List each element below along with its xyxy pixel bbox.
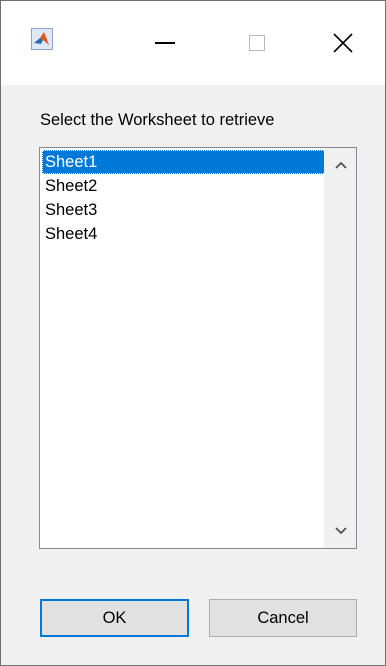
list-item[interactable]: Sheet1 [42,150,326,174]
chevron-down-icon [335,527,347,535]
cancel-button[interactable]: Cancel [209,599,357,637]
ok-button[interactable]: OK [40,599,189,637]
scroll-down-button[interactable] [325,514,357,548]
vertical-scrollbar[interactable] [324,148,356,548]
worksheet-listbox[interactable]: Sheet1 Sheet2 Sheet3 Sheet4 [39,147,357,549]
maximize-icon [249,35,265,51]
chevron-up-icon [335,161,347,169]
list-item[interactable]: Sheet3 [42,198,326,222]
dialog-window: Select the Worksheet to retrieve Sheet1 S… [0,0,386,666]
title-bar[interactable] [1,1,385,85]
matlab-icon[interactable] [31,28,53,50]
minimize-button[interactable] [117,1,213,85]
list-item[interactable]: Sheet4 [42,222,326,246]
scroll-up-button[interactable] [325,148,357,182]
worksheet-list: Sheet1 Sheet2 Sheet3 Sheet4 [42,150,326,246]
maximize-button [209,1,305,85]
minimize-icon [155,42,175,44]
prompt-label: Select the Worksheet to retrieve [40,111,275,129]
close-button[interactable] [301,1,385,85]
list-item[interactable]: Sheet2 [42,174,326,198]
close-icon [333,33,353,53]
